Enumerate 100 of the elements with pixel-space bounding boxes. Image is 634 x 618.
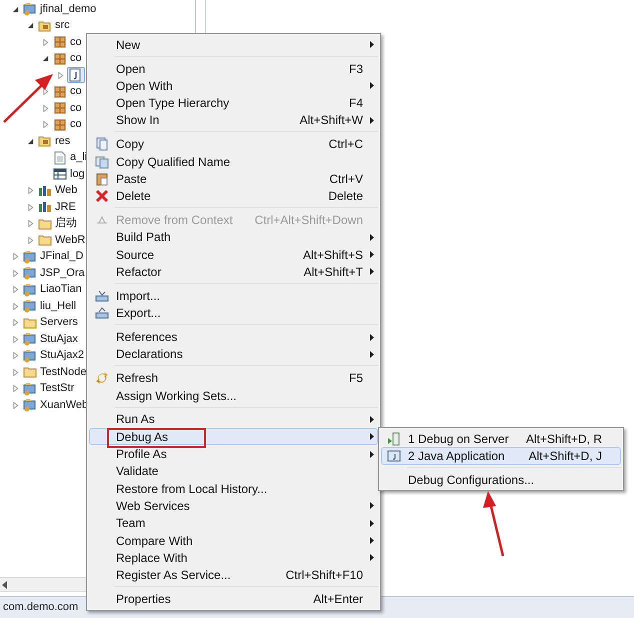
menu-item[interactable]: Export... xyxy=(89,304,378,322)
tree-item[interactable]: TestStr xyxy=(22,380,78,397)
annotation-arrow xyxy=(482,490,506,558)
tree-item[interactable]: LiaoTian xyxy=(22,282,85,298)
collapsed-arrow-icon[interactable] xyxy=(26,236,34,244)
project-icon xyxy=(23,348,37,363)
expanded-arrow-icon[interactable] xyxy=(42,55,48,62)
collapsed-arrow-icon[interactable] xyxy=(42,38,48,46)
menu-item[interactable]: Show In Alt+Shift+W xyxy=(89,112,378,130)
collapsed-arrow-icon[interactable] xyxy=(26,187,34,194)
export-icon xyxy=(95,306,109,320)
expanded-arrow-icon[interactable] xyxy=(26,138,34,145)
menu-item[interactable]: Team xyxy=(89,514,378,532)
tree-item[interactable]: log xyxy=(52,166,88,182)
collapsed-arrow-icon[interactable] xyxy=(26,220,34,228)
menu-item[interactable]: Open With xyxy=(89,77,378,94)
scroll-left-icon[interactable] xyxy=(2,580,8,588)
collapsed-arrow-icon[interactable] xyxy=(42,121,48,128)
menu-item[interactable]: Refresh F5 xyxy=(89,370,378,387)
menu-item[interactable]: Build Path xyxy=(89,228,378,246)
menu-item[interactable]: Assign Working Sets... xyxy=(89,386,378,404)
menu-item[interactable]: Source Alt+Shift+S xyxy=(89,246,378,264)
menu-item[interactable]: Validate xyxy=(89,462,378,480)
tree-item[interactable]: StuAjax xyxy=(22,331,81,348)
menu-item[interactable]: Open F3 xyxy=(89,60,378,78)
submenu-arrow-icon xyxy=(370,520,374,527)
submenu-arrow-icon xyxy=(370,502,374,510)
tree-item[interactable]: TestNode xyxy=(22,364,90,380)
refresh-icon xyxy=(95,371,109,386)
collapsed-arrow-icon[interactable] xyxy=(42,88,48,96)
submenu-arrow-icon xyxy=(370,433,374,440)
tree-item[interactable]: WebR xyxy=(37,232,88,248)
tree-item[interactable]: co xyxy=(52,34,85,50)
submenu-arrow-icon xyxy=(370,350,374,358)
menu-item[interactable]: Run As xyxy=(89,410,378,428)
tree-item[interactable]: liu_Hell xyxy=(22,298,80,314)
tree-item[interactable] xyxy=(67,67,85,84)
submenu-arrow-icon xyxy=(370,554,374,562)
menu-item[interactable]: Declarations xyxy=(89,346,378,364)
tree-item[interactable]: Servers xyxy=(22,314,81,331)
menu-item[interactable]: Refactor Alt+Shift+T xyxy=(89,263,378,281)
expanded-arrow-icon[interactable] xyxy=(26,22,34,30)
collapsed-arrow-icon[interactable] xyxy=(12,286,18,294)
submenu-arrow-icon xyxy=(370,116,374,124)
file-icon xyxy=(53,150,67,165)
menu-item[interactable]: Copy Qualified Name xyxy=(89,152,378,170)
tree-item[interactable]: res xyxy=(37,133,74,150)
tree-item[interactable]: jfinal_demo xyxy=(22,1,100,18)
collapsed-arrow-icon[interactable] xyxy=(12,402,18,409)
menu-item[interactable]: Paste Ctrl+V xyxy=(89,170,378,188)
collapsed-arrow-icon[interactable] xyxy=(12,253,18,260)
tree-item[interactable]: 启动 xyxy=(37,216,80,232)
tree-item[interactable]: JFinal_D xyxy=(22,248,86,265)
paste-icon xyxy=(95,172,109,186)
project-icon xyxy=(23,299,37,314)
collapsed-arrow-icon[interactable] xyxy=(12,385,18,392)
submenu-arrow-icon xyxy=(370,251,374,258)
collapsed-arrow-icon[interactable] xyxy=(12,302,18,310)
tree-item[interactable]: co xyxy=(52,84,85,100)
menu-item[interactable]: Copy Ctrl+C xyxy=(89,136,378,153)
expanded-arrow-icon[interactable] xyxy=(12,6,18,13)
menu-item[interactable]: Replace With xyxy=(89,549,378,566)
menu-item[interactable]: Restore from Local History... xyxy=(89,480,378,498)
tree-item[interactable]: co xyxy=(52,50,85,67)
books-icon xyxy=(38,200,52,214)
copy-icon xyxy=(95,137,109,152)
tree-item[interactable]: co xyxy=(52,116,85,133)
menu-item[interactable]: Debug As xyxy=(89,428,378,446)
collapsed-arrow-icon[interactable] xyxy=(12,270,18,277)
collapsed-arrow-icon[interactable] xyxy=(12,368,18,376)
menu-item[interactable]: Profile As xyxy=(89,445,378,463)
collapsed-arrow-icon[interactable] xyxy=(12,319,18,326)
menu-item[interactable]: 1 Debug on Server Alt+Shift+D, R xyxy=(381,430,621,448)
menu-item[interactable]: 2 Java Application Alt+Shift+D, J xyxy=(381,447,621,465)
java-file-icon xyxy=(68,68,82,82)
collapsed-arrow-icon[interactable] xyxy=(56,72,64,79)
folder-icon xyxy=(23,365,37,380)
menu-item[interactable]: Compare With xyxy=(89,532,378,550)
collapsed-arrow-icon[interactable] xyxy=(42,104,48,112)
menu-item[interactable]: Import... xyxy=(89,287,378,305)
tree-item[interactable]: JRE xyxy=(37,199,79,216)
menu-item[interactable]: Debug Configurations... xyxy=(381,471,621,488)
tree-item[interactable]: JSP_Ora xyxy=(22,265,88,282)
package-icon xyxy=(53,101,67,116)
menu-item[interactable]: Delete Delete xyxy=(89,188,378,205)
menu-item[interactable]: Register As Service... Ctrl+Shift+F10 xyxy=(89,566,378,584)
project-icon xyxy=(23,266,37,280)
tree-item[interactable]: co xyxy=(52,100,85,116)
folder-icon xyxy=(38,134,52,148)
collapsed-arrow-icon[interactable] xyxy=(12,336,18,343)
collapsed-arrow-icon[interactable] xyxy=(26,204,34,211)
menu-item[interactable]: References xyxy=(89,328,378,346)
collapsed-arrow-icon[interactable] xyxy=(12,352,18,360)
tree-item[interactable]: Web xyxy=(37,182,80,199)
package-icon xyxy=(53,35,67,50)
menu-item[interactable]: New xyxy=(89,36,378,54)
tree-item[interactable]: StuAjax2 xyxy=(22,348,88,364)
tree-item[interactable]: src xyxy=(37,18,73,34)
menu-item[interactable]: Web Services xyxy=(89,497,378,515)
menu-item[interactable]: Open Type Hierarchy F4 xyxy=(89,94,378,112)
